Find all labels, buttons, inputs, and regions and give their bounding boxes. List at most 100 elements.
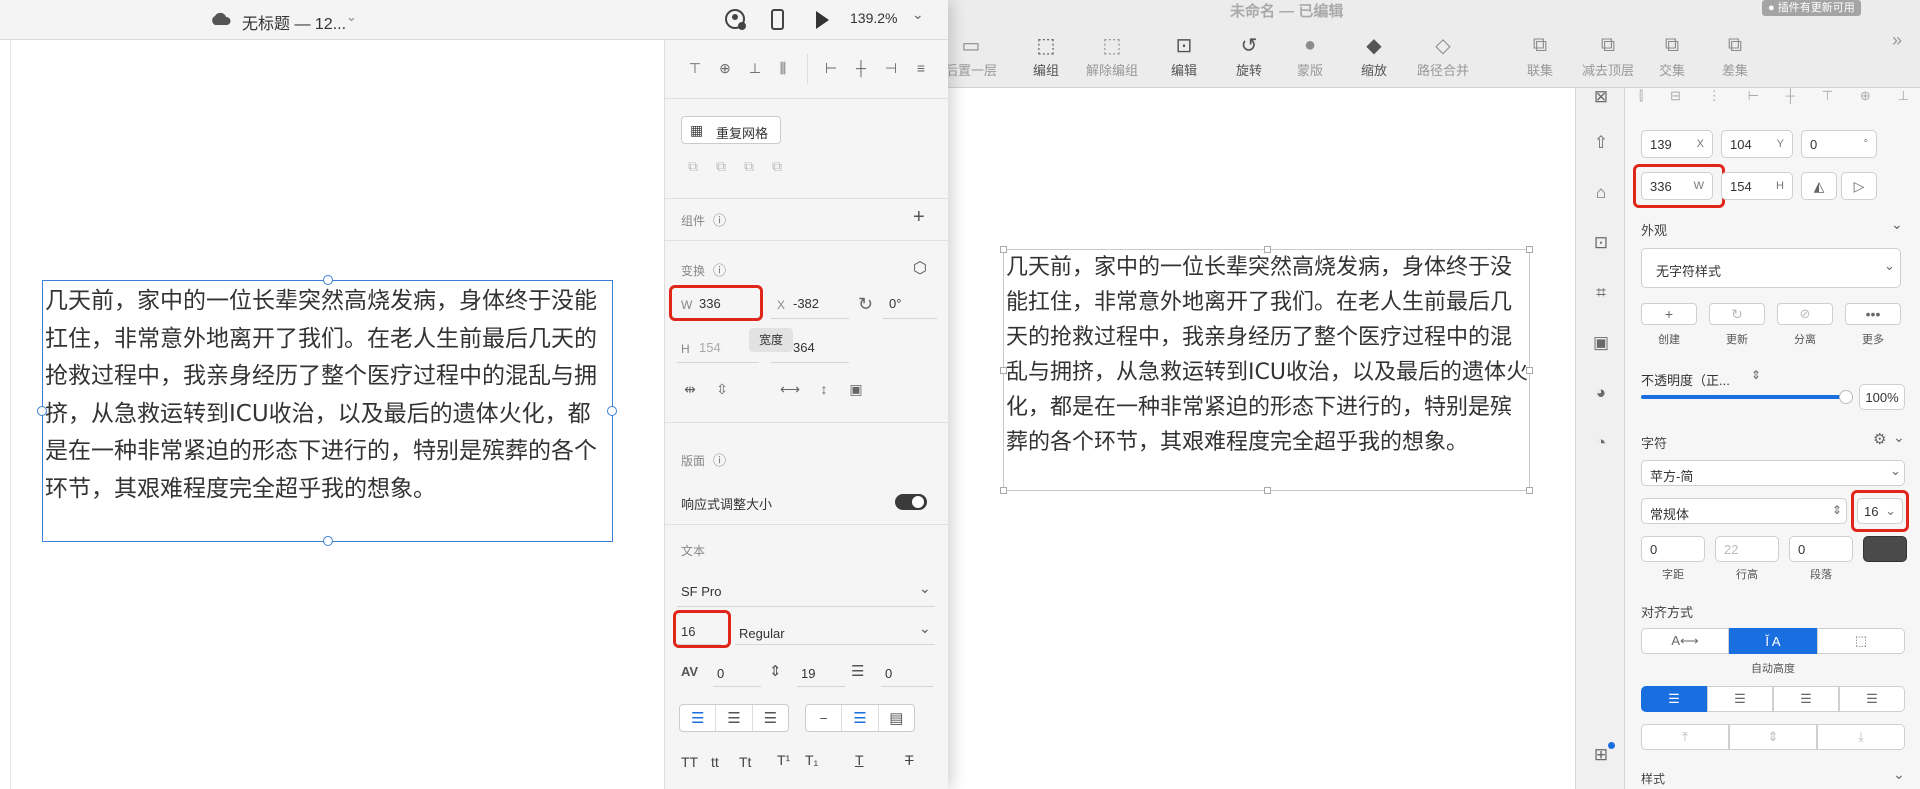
align-top-edge-icon[interactable]: ⊤ (1822, 88, 1833, 110)
point-text-icon[interactable]: ⎯ (806, 705, 841, 731)
rotation-input[interactable]: 0 ° (1801, 130, 1877, 158)
crop-icon[interactable]: ⌗ (1588, 280, 1614, 306)
right-canvas[interactable]: 几天前，家中的一位长辈突然高烧发病，身体终于没能扛住，非常意外地离开了我们。在老… (948, 88, 1575, 789)
titlecase-button[interactable]: Tt (739, 754, 751, 770)
toolbar-difference[interactable]: ⧉ 差集 (1700, 30, 1770, 79)
left-canvas[interactable]: 几天前，家中的一位长辈突然高烧发病，身体终于没能扛住，非常意外地离开了我们。在老… (10, 40, 664, 789)
opacity-slider[interactable] (1641, 395, 1847, 399)
distribute-spacing-h-icon[interactable]: ⟷ (779, 378, 801, 400)
fixed-size-text-icon[interactable]: ▤ (877, 705, 914, 731)
rotation-field[interactable]: 0° (889, 296, 901, 311)
zoom-chevron-icon[interactable]: ⌄ (912, 6, 924, 23)
lowercase-button[interactable]: tt (711, 754, 719, 770)
flip-vertical-icon[interactable]: ⇳ (711, 378, 733, 400)
zoom-level[interactable]: 139.2% (850, 10, 897, 26)
plugin-update-badge[interactable]: ● 插件有更新可用 (1762, 0, 1861, 16)
text-align-right-icon[interactable]: ☰ (751, 705, 788, 731)
font-family-select[interactable]: 苹方-简 ⌄ (1641, 460, 1905, 486)
align-right-edge-icon[interactable]: ⊢ (1748, 88, 1759, 110)
handle-t[interactable] (1264, 246, 1271, 253)
align-middle-icon[interactable]: ⊕ (715, 58, 735, 78)
auto-height-text-icon[interactable]: ☰ (841, 705, 877, 731)
resize-handle-bottom[interactable] (323, 536, 333, 546)
line-height-input[interactable]: 22 (1715, 536, 1779, 562)
valign-middle-icon[interactable]: ⇕ (1729, 724, 1817, 750)
appearance-chevron-icon[interactable]: ⌄ (1891, 216, 1903, 233)
component-icon[interactable]: ⊠ (1588, 84, 1614, 110)
subscript-icon[interactable]: T₁ (805, 752, 818, 768)
export-icon[interactable]: ⇧ (1588, 130, 1614, 156)
paragraph-spacing-input[interactable]: 0 (1789, 536, 1853, 562)
distribute-spacing-v-icon[interactable]: ↕ (813, 378, 835, 400)
strikethrough-icon[interactable]: T (905, 752, 914, 768)
font-weight-select[interactable]: Regular (739, 626, 785, 641)
valign-top-icon[interactable]: ⤒ (1641, 724, 1729, 750)
x-field[interactable]: -382 (793, 296, 819, 311)
toolbar-intersect[interactable]: ⧉ 交集 (1637, 30, 1707, 79)
text-style-select[interactable]: 无字符样式 ⌄ (1641, 248, 1901, 288)
chevron-down-icon[interactable]: ⌄ (346, 9, 357, 25)
text-align-right-icon[interactable]: ☰ (1773, 686, 1839, 712)
align-h-center-icon[interactable]: ⊟ (1670, 88, 1681, 110)
font-weight-chevron-icon[interactable]: ⌄ (919, 620, 931, 637)
align-spacing-icon[interactable]: ⋮ (1708, 88, 1721, 110)
char-spacing-input[interactable]: 0 (1641, 536, 1705, 562)
opacity-label[interactable]: 不透明度（正... (1641, 370, 1730, 389)
toolbar-scale[interactable]: ◆ 缩放 (1339, 30, 1409, 79)
char-spacing-field[interactable]: 0 (717, 666, 724, 681)
info-icon[interactable]: ⓘ (713, 210, 726, 229)
3d-transform-icon[interactable]: ⬡ (913, 258, 927, 278)
text-align-left-icon[interactable]: ☰ (680, 705, 715, 731)
flip-v-icon[interactable]: ▷ (1841, 172, 1877, 200)
align-top-icon[interactable]: ⊤ (685, 58, 705, 78)
resize-handle-top[interactable] (323, 275, 333, 285)
distribute-horizontal-icon[interactable]: ≡ (911, 58, 931, 78)
handle-tr[interactable] (1526, 246, 1533, 253)
toolbar-rotate[interactable]: ↺ 旋转 (1214, 30, 1284, 79)
font-family-chevron-icon[interactable]: ⌄ (919, 580, 931, 597)
style-section-chevron-icon[interactable]: ⌄ (1893, 766, 1905, 783)
y-field[interactable]: 364 (793, 340, 815, 355)
create-style-icon[interactable]: + (1641, 303, 1697, 325)
align-center-icon[interactable]: ┼ (1786, 88, 1795, 110)
handle-r[interactable] (1526, 367, 1533, 374)
handle-bl[interactable] (1000, 487, 1007, 494)
opacity-stepper-icon[interactable]: ⇕ (1751, 368, 1761, 382)
paragraph-spacing-field[interactable]: 0 (885, 666, 892, 681)
toolbar-union[interactable]: ⧉ 联集 (1505, 30, 1575, 79)
align-left-icon[interactable]: ⊢ (821, 58, 841, 78)
toolbar-ungroup[interactable]: ⬚ 解除编组 (1077, 30, 1147, 79)
more-style-icon[interactable]: ••• (1845, 303, 1901, 325)
repeat-grid-button[interactable]: ▦ 重复网格 (681, 116, 781, 144)
align-bottom-icon[interactable]: ⊥ (745, 58, 765, 78)
opacity-slider-knob[interactable] (1839, 390, 1853, 404)
toolbar-edit[interactable]: ⊡ 编辑 (1149, 30, 1219, 79)
character-chevron-icon[interactable]: ⌄ (1893, 429, 1905, 446)
superscript-icon[interactable]: T¹ (777, 752, 790, 768)
boolean-subtract-icon[interactable]: ⧉ (711, 156, 731, 176)
text-align-center-icon[interactable]: ☰ (715, 705, 751, 731)
boolean-exclude-icon[interactable]: ⧉ (767, 156, 787, 176)
text-justify-icon[interactable]: ☰ (1839, 686, 1905, 712)
font-weight-select[interactable]: 常规体 ⇕ (1641, 498, 1847, 524)
height-field[interactable]: 154 (699, 340, 721, 355)
align-left-edge-icon[interactable]: ⫿ (1639, 88, 1643, 110)
toolbar-overflow-icon[interactable]: » (1892, 30, 1902, 51)
flip-h-icon[interactable]: ◭ (1801, 172, 1837, 200)
toolbar-subtract[interactable]: ⧉ 减去顶层 (1573, 30, 1643, 79)
transform-info-icon[interactable]: ⓘ (713, 260, 726, 279)
boolean-intersect-icon[interactable]: ⧉ (739, 156, 759, 176)
frame-icon[interactable]: ▣ (1588, 330, 1614, 356)
play-icon[interactable] (812, 8, 832, 32)
palette-icon[interactable]: ◕ (1588, 380, 1614, 406)
flip-horizontal-icon[interactable]: ⇹ (679, 378, 701, 400)
text-layer[interactable]: 几天前，家中的一位长辈突然高烧发病，身体终于没能扛住，非常意外地离开了我们。在老… (37, 275, 617, 546)
text-align-left-icon[interactable]: ☰ (1641, 686, 1707, 712)
update-style-icon[interactable]: ↻ (1709, 303, 1765, 325)
x-input[interactable]: 139 X (1641, 130, 1713, 158)
align-bottom-edge-icon[interactable]: ⊥ (1898, 88, 1909, 110)
handle-l[interactable] (1000, 367, 1007, 374)
right-text-layer[interactable]: 几天前，家中的一位长辈突然高烧发病，身体终于没能扛住，非常意外地离开了我们。在老… (1000, 246, 1533, 494)
opacity-input[interactable]: 100% (1859, 384, 1905, 410)
padding-icon[interactable]: ▣ (845, 378, 867, 400)
